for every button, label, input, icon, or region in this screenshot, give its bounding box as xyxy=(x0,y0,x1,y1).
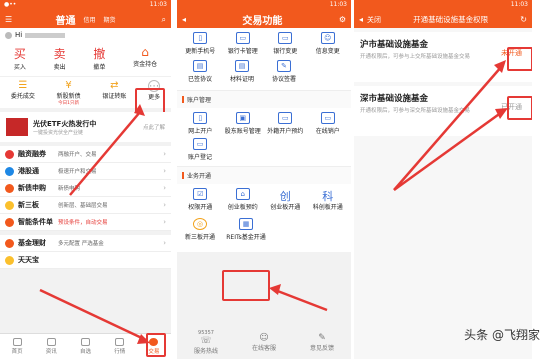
infrastructure-fund-permission-screen: 11:03 ◂ 关闭 开通基础设施基金权限 ↻ 沪市基础设施基金 开通权限后，可… xyxy=(354,0,532,359)
watermark-text: 头条 @飞翔家 xyxy=(464,328,540,342)
arrows-to-buttons xyxy=(393,60,508,192)
arrow-to-more xyxy=(39,104,150,344)
watermark: 头条 @飞翔家 xyxy=(464,326,540,343)
trade-functions-screen: 11:03 ◂ 交易功能 ⚙ ▯ 更新手机号 ▭ 银行卡管理 ▭ 银行变更 ☺ 信息变更… xyxy=(177,0,351,359)
arrow-to-reits xyxy=(269,284,328,312)
trade-home-screen: ●•• 11:03 ☰ 普通 信用 期货 ⌕ Hi 买买入 卖卖出 撤撤单 ⌂ 资金… xyxy=(0,0,171,359)
